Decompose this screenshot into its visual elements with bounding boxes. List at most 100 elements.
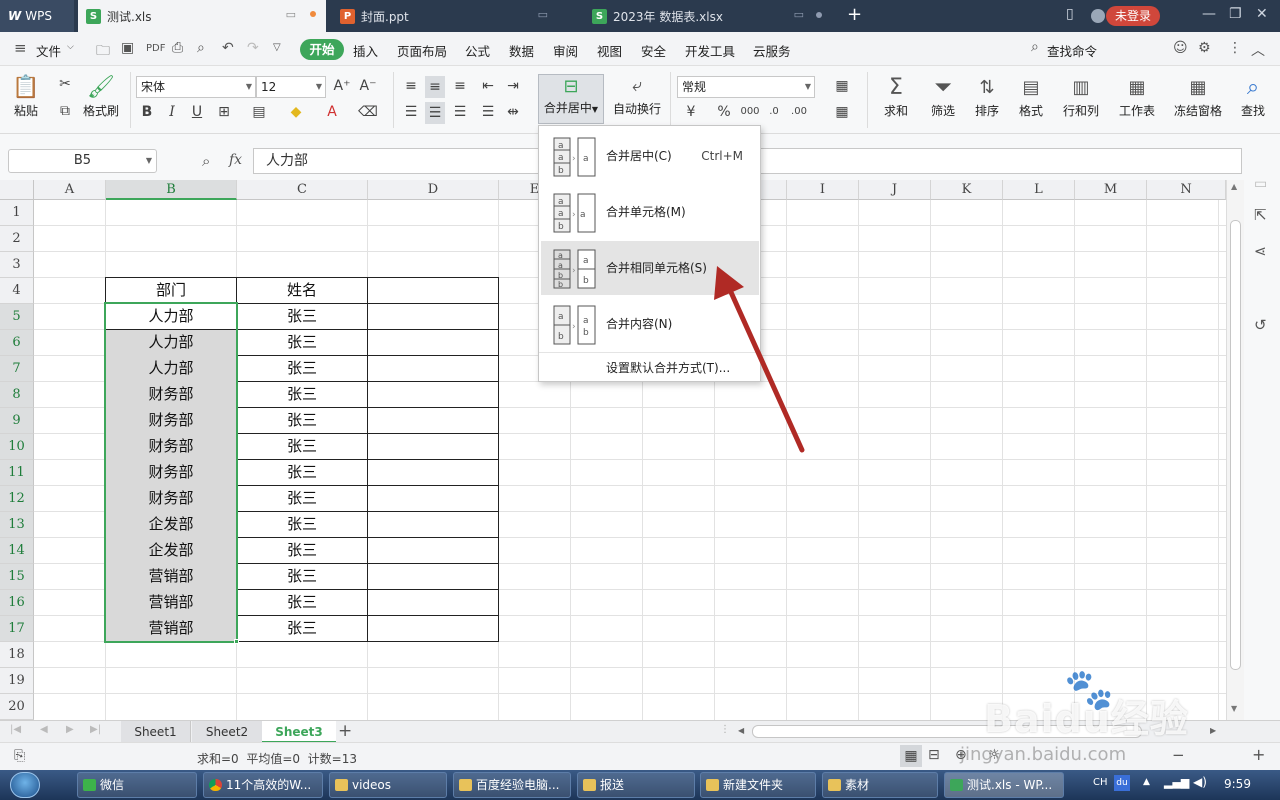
italic-icon[interactable]: I [162, 104, 182, 120]
tab-developer[interactable]: 开发工具 [685, 41, 735, 60]
taskbar-item[interactable]: 11个高效的W... [203, 772, 323, 798]
sheet-tab-sheet2[interactable]: Sheet2 [192, 721, 262, 743]
start-orb[interactable] [10, 772, 40, 798]
decimal-increase-icon[interactable]: .0 [764, 106, 784, 117]
column-header-j[interactable]: J [859, 180, 931, 200]
search-command[interactable]: 查找命令 [1047, 41, 1097, 60]
tab-cloud[interactable]: 云服务 [753, 41, 791, 60]
conditional-format-icon[interactable]: ▦ [832, 78, 852, 94]
taskbar-item[interactable]: 百度经验电脑... [453, 772, 571, 798]
next-sheet-icon[interactable]: ▶ [66, 724, 74, 735]
row-header[interactable]: 3 [0, 252, 34, 278]
close-icon[interactable]: ✕ [1256, 6, 1268, 22]
align-left-icon[interactable]: ☰ [401, 104, 421, 120]
wrap-text-button[interactable]: ⤶ 自动换行 [610, 74, 664, 116]
row-header[interactable]: 5 [0, 304, 34, 330]
column-header-i[interactable]: I [787, 180, 859, 200]
indent-increase-icon[interactable]: ⇥ [503, 78, 523, 94]
open-folder-icon[interactable]: 🗀 [96, 40, 110, 64]
column-header-k[interactable]: K [931, 180, 1003, 200]
history-icon[interactable]: ↺ [1254, 316, 1267, 334]
column-header-b[interactable]: B [106, 180, 237, 200]
indent-decrease-icon[interactable]: ⇤ [478, 78, 498, 94]
name-cell[interactable]: 张三 [237, 382, 367, 407]
name-cell[interactable]: 张三 [237, 408, 367, 433]
wps-menu-button[interactable]: W WPS [0, 0, 74, 32]
row-header[interactable]: 19 [0, 668, 34, 694]
network-icon[interactable]: ▂▄▆ [1164, 776, 1189, 789]
align-center-icon[interactable]: ☰ [425, 102, 445, 124]
sheet-tab-sheet3[interactable]: Sheet3 [262, 721, 336, 743]
taskbar-item[interactable]: 素材 [822, 772, 938, 798]
tab-start[interactable]: 开始 [300, 39, 344, 60]
font-name-select[interactable]: 宋体 ▼ [136, 76, 256, 98]
column-header-n[interactable]: N [1147, 180, 1226, 200]
font-shrink-icon[interactable]: A⁻ [358, 78, 378, 94]
last-sheet-icon[interactable]: ▶| [90, 724, 101, 735]
currency-icon[interactable]: ¥ [681, 104, 701, 120]
format-button[interactable]: ▤ 格式 [1012, 74, 1050, 119]
splitter-icon[interactable]: ⋮ [720, 724, 730, 735]
fill-handle[interactable] [234, 639, 239, 644]
taskbar-item[interactable]: videos [329, 772, 447, 798]
name-cell[interactable]: 张三 [237, 486, 367, 511]
row-header[interactable]: 16 [0, 590, 34, 616]
zoom-out-icon[interactable]: − [1172, 746, 1185, 764]
name-cell[interactable]: 张三 [237, 356, 367, 381]
zoom-in-icon[interactable]: + [1252, 745, 1265, 764]
collapse-ribbon-icon[interactable]: ︿ [1251, 40, 1265, 60]
row-header[interactable]: 20 [0, 694, 34, 720]
tab-formula[interactable]: 公式 [465, 41, 490, 60]
row-header[interactable]: 9 [0, 408, 34, 434]
row-header[interactable]: 1 [0, 200, 34, 226]
login-button[interactable]: 未登录 [1106, 6, 1160, 26]
tab-review[interactable]: 审阅 [553, 41, 578, 60]
decimal-decrease-icon[interactable]: .00 [789, 106, 809, 117]
undo-icon[interactable]: ↶ [222, 40, 234, 56]
taskbar-item-active[interactable]: 测试.xls - WP... [944, 772, 1064, 798]
worksheet-button[interactable]: ▦ 工作表 [1112, 74, 1162, 119]
thousands-icon[interactable]: 000 [740, 106, 760, 117]
doc-tab[interactable]: S 2023年 数据表.xlsx ▭ [584, 0, 834, 32]
pdf-icon[interactable]: PDF [146, 43, 165, 54]
distributed-icon[interactable]: ⇹ [503, 104, 523, 120]
row-col-button[interactable]: ▥ 行和列 [1056, 74, 1106, 119]
zoom-search-icon[interactable]: ⌕ [202, 152, 210, 170]
border-icon[interactable]: ⊞ [214, 104, 234, 120]
row-header[interactable]: 10 [0, 434, 34, 460]
clock[interactable]: 9:59 [1224, 777, 1251, 791]
header-cell-department[interactable]: 部门 [106, 278, 236, 303]
name-box[interactable]: B5 ▼ [8, 149, 157, 173]
row-header[interactable]: 15 [0, 564, 34, 590]
prev-sheet-icon[interactable]: ◀ [40, 724, 48, 735]
name-cell[interactable]: 张三 [237, 616, 367, 641]
file-menu[interactable]: 文件 [36, 41, 61, 60]
minimize-icon[interactable]: — [1202, 6, 1216, 22]
taskbar-item[interactable]: 微信 [77, 772, 197, 798]
font-grow-icon[interactable]: A⁺ [332, 78, 352, 94]
percent-icon[interactable]: % [714, 104, 734, 120]
customize-icon[interactable]: ▽ [273, 42, 281, 53]
taskbar-item[interactable]: 报送 [577, 772, 695, 798]
merge-center-button[interactable]: ⊟ 合并居中▼ [538, 74, 604, 124]
name-cell[interactable]: 张三 [237, 564, 367, 589]
redo-icon[interactable]: ↷ [247, 40, 259, 56]
print-preview-icon[interactable]: ⌕ [197, 40, 205, 56]
align-top-icon[interactable]: ≡ [401, 78, 421, 94]
justify-icon[interactable]: ☰ [478, 104, 498, 120]
font-size-select[interactable]: 12 ▼ [256, 76, 326, 98]
doc-tab[interactable]: P 封面.ppt ▭ [332, 0, 578, 32]
name-cell[interactable]: 张三 [237, 512, 367, 537]
tab-page-layout[interactable]: 页面布局 [397, 41, 447, 60]
row-header[interactable]: 2 [0, 226, 34, 252]
volume-icon[interactable]: ◀) [1193, 775, 1207, 789]
column-header-d[interactable]: D [368, 180, 499, 200]
name-cell[interactable]: 张三 [237, 434, 367, 459]
name-cell[interactable]: 张三 [237, 460, 367, 485]
filter-button[interactable]: ⏷ 筛选 [924, 74, 962, 119]
row-header[interactable]: 7 [0, 356, 34, 382]
name-cell[interactable]: 张三 [237, 538, 367, 563]
row-header[interactable]: 13 [0, 512, 34, 538]
cursor-icon[interactable]: ⇱ [1254, 206, 1267, 224]
sheet-tab-sheet1[interactable]: Sheet1 [121, 721, 191, 743]
